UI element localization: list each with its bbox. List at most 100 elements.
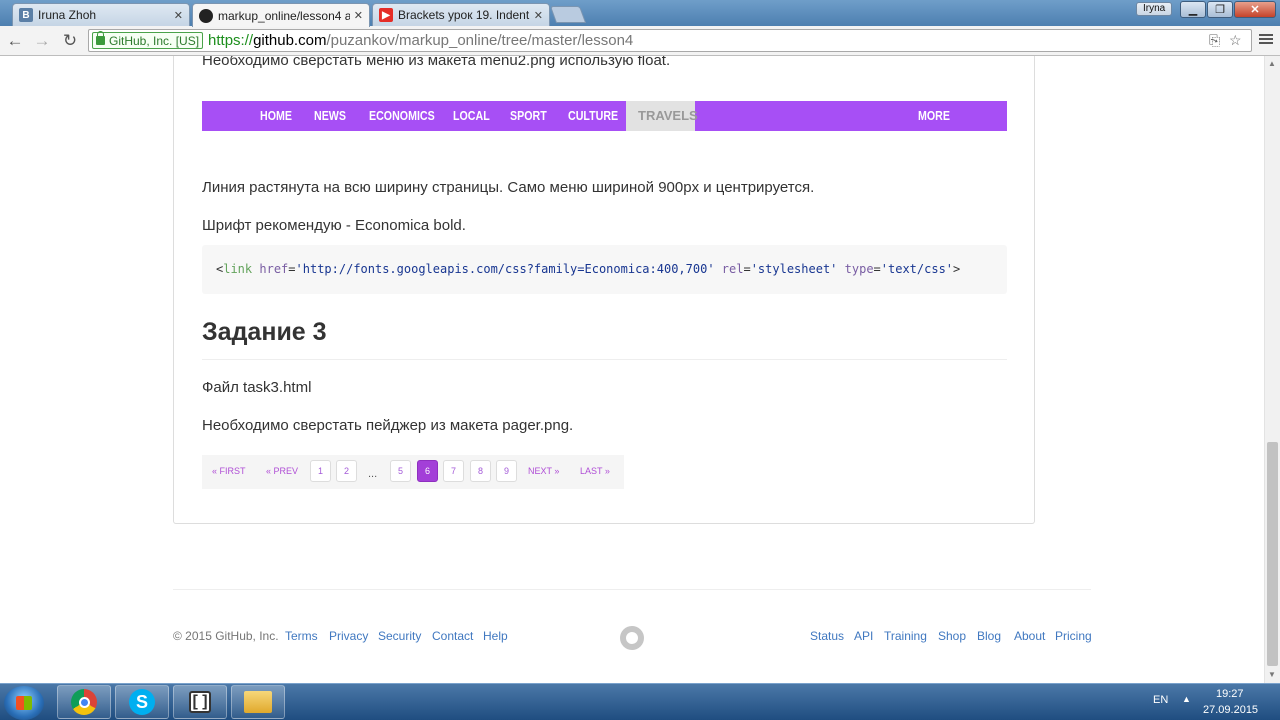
readme-box: Необходимо сверстать меню из макета menu…	[173, 56, 1035, 524]
footer-link-help[interactable]: Help	[483, 629, 508, 643]
menu-item-culture: CULTURE	[568, 108, 619, 123]
tray-expand-icon[interactable]: ▲	[1182, 694, 1191, 704]
scrollbar-thumb[interactable]	[1267, 442, 1278, 666]
code-token: type	[844, 262, 874, 276]
translate-icon[interactable]: ⎘	[1209, 32, 1220, 49]
pager-page-current: 6	[417, 460, 438, 482]
menu-item-home: HOME	[260, 108, 292, 123]
maximize-button[interactable]: ❐	[1207, 1, 1233, 18]
github-mark-icon[interactable]	[620, 626, 644, 650]
taskbar-brackets[interactable]: [ ]	[173, 685, 227, 719]
font-paragraph: Шрифт рекомендую - Economica bold.	[202, 217, 466, 234]
start-button[interactable]	[4, 686, 44, 720]
menu-item-sport: SPORT	[510, 108, 547, 123]
close-icon[interactable]: ✕	[534, 9, 543, 22]
browser-toolbar: ← → ↻ GitHub, Inc. [US] https://github.c…	[0, 26, 1280, 56]
code-token: =	[743, 262, 751, 276]
lock-icon	[96, 31, 105, 45]
tab-youtube[interactable]: ▶ Brackets урок 19. Indent G ✕	[372, 3, 550, 26]
code-token: =	[288, 262, 296, 276]
demo-menu-image: HOME NEWS ECONOMICS LOCAL SPORT CULTURE …	[202, 101, 1007, 131]
address-bar[interactable]: GitHub, Inc. [US] https://github.com/puz…	[88, 29, 1252, 52]
reload-icon[interactable]: ↻	[59, 30, 81, 52]
footer-link-api[interactable]: API	[854, 629, 873, 643]
close-icon[interactable]: ✕	[174, 9, 183, 22]
folder-icon	[244, 691, 272, 713]
code-token: =	[873, 262, 881, 276]
tab-label: markup_online/lesson4 at	[218, 8, 350, 23]
user-badge[interactable]: Iryna	[1136, 2, 1173, 16]
footer-link-pricing[interactable]: Pricing	[1055, 629, 1092, 643]
pager-page: 8	[470, 460, 491, 482]
vertical-scrollbar[interactable]: ▲ ▼	[1264, 56, 1280, 683]
footer-link-blog[interactable]: Blog	[977, 629, 1001, 643]
footer-link-about[interactable]: About	[1014, 629, 1045, 643]
minimize-button[interactable]: ▁	[1180, 1, 1206, 18]
back-arrow-icon[interactable]: ←	[4, 30, 26, 52]
ev-certificate-badge[interactable]: GitHub, Inc. [US]	[92, 31, 204, 49]
heading-divider	[202, 359, 1007, 360]
tab-vk[interactable]: B Iruna Zhoh ✕	[12, 3, 190, 26]
pager-ellipsis: ...	[368, 468, 378, 480]
intro-paragraph: Необходимо сверстать меню из макета menu…	[202, 56, 671, 69]
windows-logo-icon	[16, 696, 32, 710]
pager-next: NEXT »	[528, 466, 560, 476]
menu-item-economics: ECONOMICS	[369, 108, 435, 123]
code-block: <link href='http://fonts.googleapis.com/…	[202, 245, 1007, 294]
github-icon	[199, 8, 213, 23]
pager-paragraph: Необходимо сверстать пейджер из макета p…	[202, 417, 574, 434]
pager-page: 2	[336, 460, 357, 482]
menu-item-travels: TRAVELS	[626, 101, 698, 131]
skype-icon: S	[129, 689, 155, 715]
brackets-icon: [ ]	[189, 691, 211, 713]
clock-time[interactable]: 19:27	[1216, 688, 1244, 700]
bookmark-star-icon[interactable]: ☆	[1229, 32, 1242, 49]
taskbar-skype[interactable]: S	[115, 685, 169, 719]
section-heading: Задание 3	[202, 318, 327, 346]
footer-link-training[interactable]: Training	[884, 629, 927, 643]
pager-first: « FIRST	[212, 466, 246, 476]
scroll-down-arrow-icon[interactable]: ▼	[1268, 670, 1276, 679]
taskbar-chrome[interactable]	[57, 685, 111, 719]
footer-link-contact[interactable]: Contact	[432, 629, 473, 643]
footer-link-status[interactable]: Status	[810, 629, 844, 643]
demo-pager-image: « FIRST « PREV 1 2 ... 5 6 7 8 9 NEXT » …	[202, 455, 624, 489]
clock-date[interactable]: 27.09.2015	[1203, 704, 1258, 716]
pager-page: 9	[496, 460, 517, 482]
code-token: 'http://fonts.googleapis.com/css?family=…	[295, 262, 715, 276]
pager-page: 5	[390, 460, 411, 482]
footer-copyright: © 2015 GitHub, Inc.	[173, 629, 279, 643]
ev-label: GitHub, Inc. [US]	[109, 33, 200, 48]
vk-icon: B	[19, 8, 33, 22]
url-text[interactable]: https://github.com/puzankov/markup_onlin…	[208, 32, 633, 49]
language-indicator[interactable]: EN	[1153, 694, 1168, 706]
line-paragraph: Линия растянута на всю ширину страницы. …	[202, 179, 815, 196]
forward-arrow-icon[interactable]: →	[31, 30, 53, 52]
code-token: link	[223, 262, 253, 276]
footer-link-security[interactable]: Security	[378, 629, 421, 643]
pager-page: 7	[443, 460, 464, 482]
footer-link-privacy[interactable]: Privacy	[329, 629, 368, 643]
taskbar-explorer[interactable]	[231, 685, 285, 719]
site-footer: © 2015 GitHub, Inc. Terms Privacy Securi…	[173, 626, 1092, 650]
chrome-icon	[71, 689, 97, 715]
youtube-icon: ▶	[379, 8, 393, 22]
new-tab-button[interactable]	[549, 6, 587, 23]
menu-item-more: MORE	[918, 108, 950, 123]
tab-github[interactable]: markup_online/lesson4 at ✕	[192, 3, 370, 27]
footer-link-terms[interactable]: Terms	[285, 629, 318, 643]
file-paragraph: Файл task3.html	[202, 379, 312, 396]
scroll-up-arrow-icon[interactable]: ▲	[1268, 59, 1276, 68]
footer-divider	[173, 589, 1091, 590]
code-token: href	[259, 262, 289, 276]
chrome-menu-icon[interactable]	[1258, 32, 1274, 48]
windows-taskbar: S [ ] EN ▲ 19:27 27.09.2015	[0, 683, 1280, 720]
code-token: 'stylesheet'	[750, 262, 838, 276]
pager-last: LAST »	[580, 466, 610, 476]
close-window-button[interactable]: ✕	[1234, 1, 1276, 18]
close-icon[interactable]: ✕	[354, 9, 363, 22]
footer-link-shop[interactable]: Shop	[938, 629, 966, 643]
page-viewport: Необходимо сверстать меню из макета menu…	[0, 56, 1264, 683]
menu-item-news: NEWS	[314, 108, 346, 123]
code-token: 'text/css'	[880, 262, 954, 276]
